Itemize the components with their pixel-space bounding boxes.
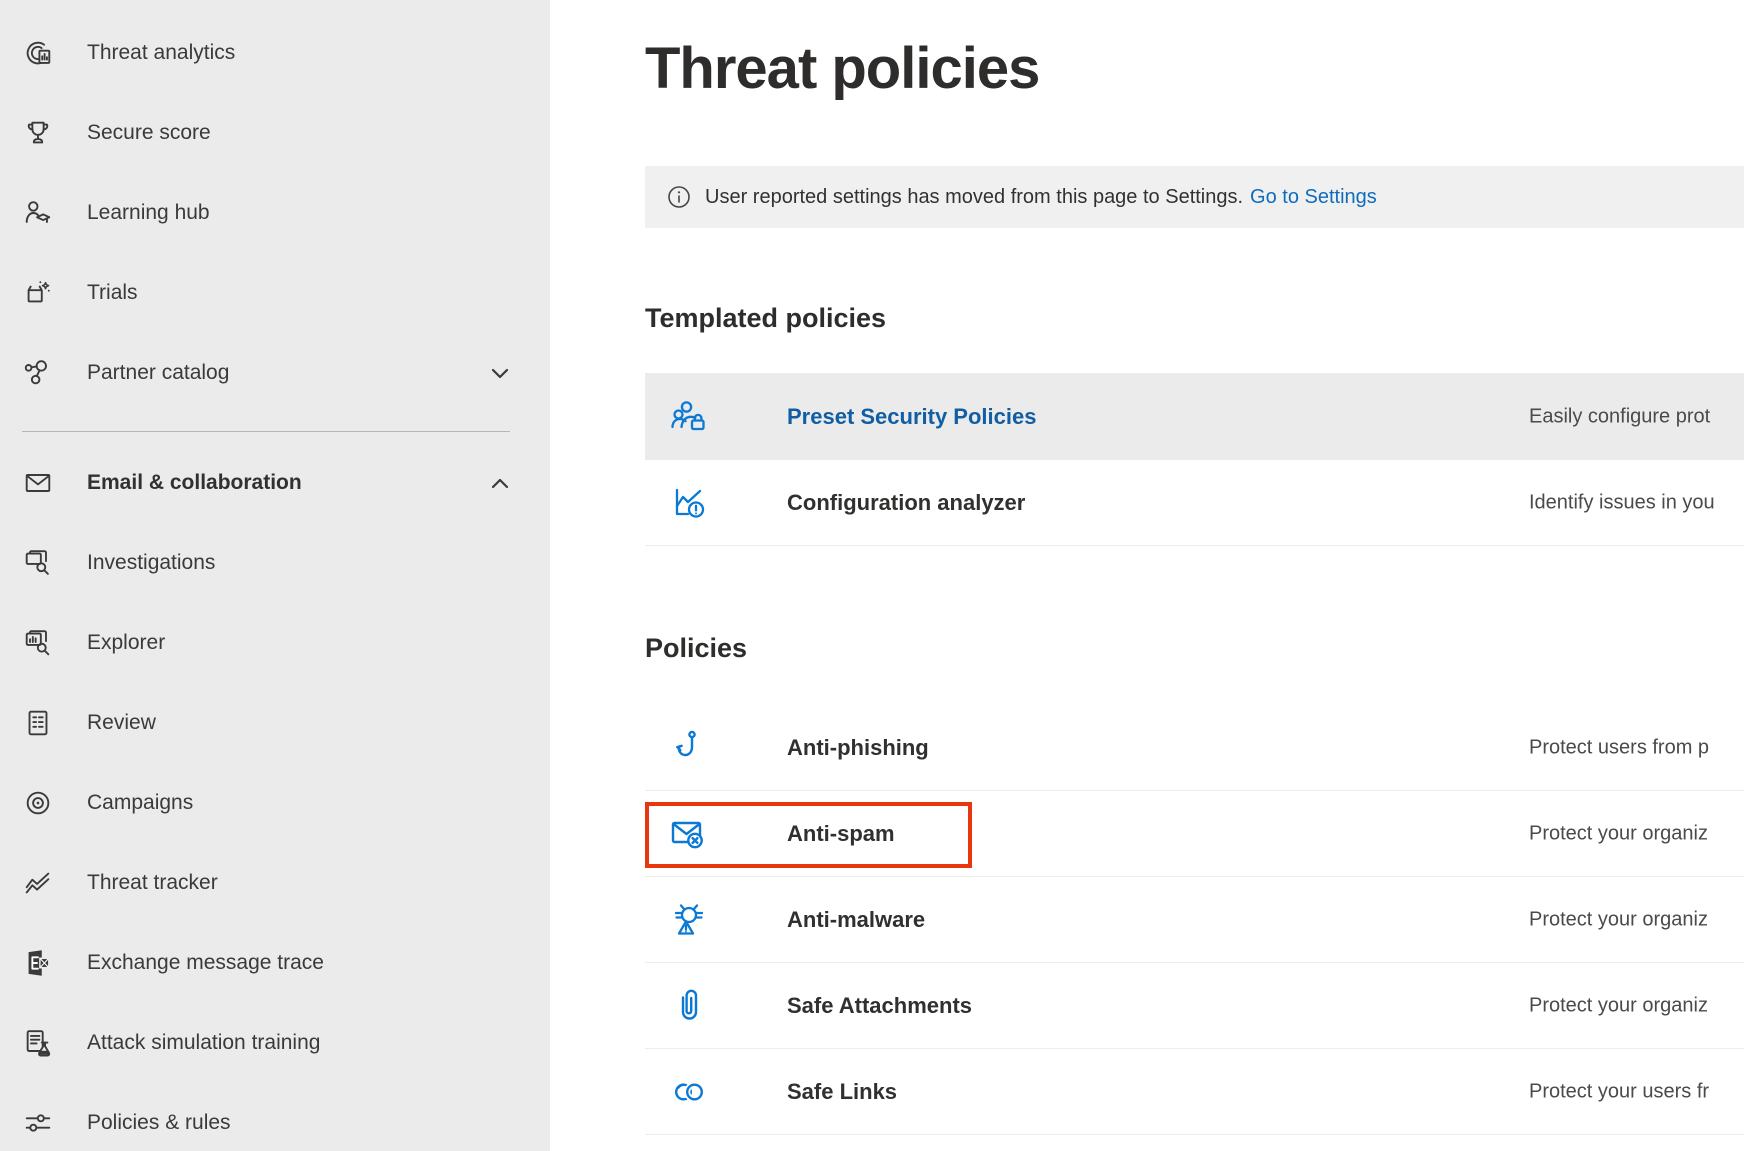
row-label: Anti-spam: [787, 821, 895, 847]
sidebar-item-attack-simulation-training[interactable]: Attack simulation training: [0, 1003, 550, 1083]
sidebar-item-label: Threat tracker: [87, 871, 218, 895]
sidebar-item-label: Review: [87, 711, 156, 735]
investigations-icon: [21, 546, 55, 580]
campaigns-icon: [21, 786, 55, 820]
row-label: Anti-malware: [787, 907, 925, 933]
row-label: Safe Links: [787, 1079, 897, 1105]
info-banner: User reported settings has moved from th…: [645, 166, 1744, 228]
row-description: Identify issues in you: [1529, 491, 1715, 514]
sidebar-item-exchange-message-trace[interactable]: Exchange message trace: [0, 923, 550, 1003]
review-icon: [21, 706, 55, 740]
sidebar-divider: [22, 431, 510, 432]
sidebar-item-review[interactable]: Review: [0, 683, 550, 763]
sidebar-item-explorer[interactable]: Explorer: [0, 603, 550, 683]
preset-security-policies-icon: [669, 397, 709, 437]
anti-spam-icon: [669, 814, 709, 854]
exchange-message-trace-icon: [21, 946, 55, 980]
sidebar-item-label: Threat analytics: [87, 41, 235, 65]
sidebar-item-label: Attack simulation training: [87, 1031, 320, 1055]
row-label: Anti-phishing: [787, 735, 929, 761]
policies-heading: Policies: [645, 633, 747, 664]
sidebar-item-label: Trials: [87, 281, 138, 305]
anti-malware-icon: [669, 900, 709, 940]
page-title: Threat policies: [645, 36, 1039, 103]
sidebar: Threat analytics Secure score: [0, 0, 550, 1151]
sidebar-item-label: Policies & rules: [87, 1111, 231, 1135]
row-description: Protect your organiz: [1529, 908, 1708, 931]
row-description: Protect your organiz: [1529, 994, 1708, 1017]
row-label: Safe Attachments: [787, 993, 972, 1019]
anti-phishing-icon: [669, 728, 709, 768]
partner-catalog-icon: [21, 356, 55, 390]
configuration-analyzer-icon: [669, 483, 709, 523]
safe-attachments-icon: [669, 986, 709, 1026]
row-description: Easily configure prot: [1529, 405, 1710, 428]
threat-policies-page: Threat analytics Secure score: [0, 0, 1744, 1151]
sidebar-item-label: Secure score: [87, 121, 211, 145]
sidebar-email-group: Email & collaboration Investigat: [0, 443, 550, 1151]
chevron-up-icon: [486, 469, 514, 497]
policies-rules-icon: [21, 1106, 55, 1140]
learning-hub-icon: [21, 196, 55, 230]
sidebar-item-label: Campaigns: [87, 791, 193, 815]
sidebar-item-policies-rules[interactable]: Policies & rules: [0, 1083, 550, 1151]
email-collaboration-icon: [21, 466, 55, 500]
sidebar-item-email-collaboration[interactable]: Email & collaboration: [0, 443, 550, 523]
sidebar-item-label: Investigations: [87, 551, 215, 575]
safe-links-icon: [669, 1072, 709, 1112]
sidebar-item-label: Explorer: [87, 631, 165, 655]
row-anti-spam[interactable]: Anti-spam Protect your organiz: [645, 791, 1744, 877]
sidebar-item-campaigns[interactable]: Campaigns: [0, 763, 550, 843]
secure-score-icon: [21, 116, 55, 150]
sidebar-item-learning-hub[interactable]: Learning hub: [0, 173, 550, 253]
trials-icon: [21, 276, 55, 310]
banner-message: User reported settings has moved from th…: [705, 186, 1243, 209]
row-description: Protect your organiz: [1529, 822, 1708, 845]
row-label: Configuration analyzer: [787, 490, 1025, 516]
sidebar-item-investigations[interactable]: Investigations: [0, 523, 550, 603]
sidebar-top-group: Threat analytics Secure score: [0, 13, 550, 413]
row-configuration-analyzer[interactable]: Configuration analyzer Identify issues i…: [645, 460, 1744, 546]
templated-policies-list: Preset Security Policies Easily configur…: [645, 373, 1744, 546]
row-description: Protect your users fr: [1529, 1080, 1709, 1103]
row-safe-links[interactable]: Safe Links Protect your users fr: [645, 1049, 1744, 1135]
row-safe-attachments[interactable]: Safe Attachments Protect your organiz: [645, 963, 1744, 1049]
chevron-down-icon: [486, 359, 514, 387]
row-anti-malware[interactable]: Anti-malware Protect your organiz: [645, 877, 1744, 963]
go-to-settings-link[interactable]: Go to Settings: [1250, 186, 1377, 209]
sidebar-item-secure-score[interactable]: Secure score: [0, 93, 550, 173]
sidebar-item-label: Learning hub: [87, 201, 210, 225]
sidebar-item-partner-catalog[interactable]: Partner catalog: [0, 333, 550, 413]
sidebar-item-threat-analytics[interactable]: Threat analytics: [0, 13, 550, 93]
sidebar-item-threat-tracker[interactable]: Threat tracker: [0, 843, 550, 923]
sidebar-item-label: Exchange message trace: [87, 951, 324, 975]
attack-simulation-training-icon: [21, 1026, 55, 1060]
info-icon: [667, 185, 691, 209]
row-preset-security-policies[interactable]: Preset Security Policies Easily configur…: [645, 373, 1744, 460]
row-description: Protect users from p: [1529, 736, 1709, 759]
sidebar-item-label: Email & collaboration: [87, 471, 302, 495]
explorer-icon: [21, 626, 55, 660]
policies-list: Anti-phishing Protect users from p Anti-…: [645, 705, 1744, 1135]
threat-analytics-icon: [21, 36, 55, 70]
row-anti-phishing[interactable]: Anti-phishing Protect users from p: [645, 705, 1744, 791]
sidebar-item-trials[interactable]: Trials: [0, 253, 550, 333]
threat-tracker-icon: [21, 866, 55, 900]
row-label: Preset Security Policies: [787, 404, 1036, 430]
templated-policies-heading: Templated policies: [645, 303, 886, 334]
sidebar-item-label: Partner catalog: [87, 361, 229, 385]
